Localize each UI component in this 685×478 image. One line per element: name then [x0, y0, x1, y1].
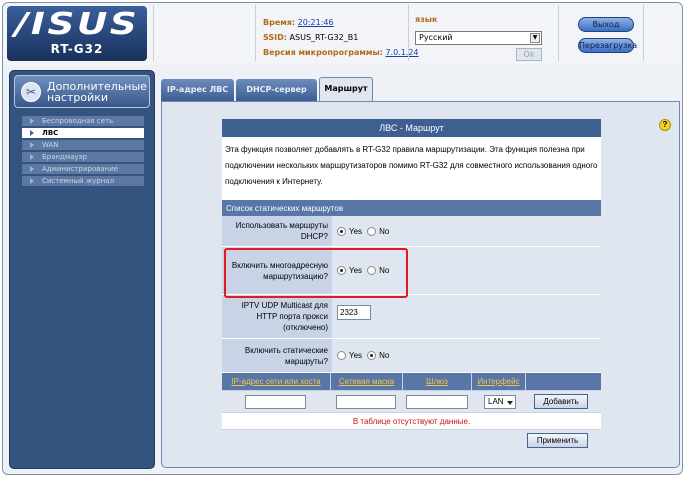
radio-label: No — [379, 226, 390, 236]
header-divider — [558, 5, 559, 61]
sidebar-item-label: Администрирование — [42, 165, 119, 173]
time-row: Время: 20:21:46 — [263, 15, 419, 30]
sidebar-item-wireless[interactable]: Беспроводная сеть — [22, 116, 144, 126]
use-dhcp-routes-row: Использовать маршруты DHCP? Yes No — [222, 216, 601, 247]
arrow-right-icon — [30, 118, 34, 124]
use-dhcp-routes-yes-radio[interactable] — [337, 226, 346, 236]
route-gateway-input[interactable] — [406, 395, 468, 409]
empty-table-message: В таблице отсутствуют данные. — [222, 412, 601, 429]
help-icon[interactable]: ? — [659, 119, 671, 131]
header-divider — [643, 5, 644, 61]
multicast-highlight-box — [224, 248, 408, 298]
enable-static-routes-yes-radio[interactable] — [337, 351, 346, 360]
advanced-settings-title: Дополнительные настройки — [47, 80, 147, 104]
header: /ISUS RT-G32 Время: 20:21:46 SSID: ASUS_… — [3, 3, 682, 65]
use-dhcp-routes-no-radio[interactable] — [367, 226, 377, 236]
route-ip-input[interactable] — [245, 395, 306, 409]
chevron-down-icon — [507, 401, 513, 405]
sidebar-item-label: Беспроводная сеть — [42, 117, 114, 125]
apply-row: Применить — [222, 429, 601, 449]
route-netmask-input[interactable] — [336, 395, 396, 409]
sidebar-item-label: Брандмауэр — [42, 153, 87, 161]
arrow-right-icon — [30, 178, 34, 184]
asus-logo: /ISUS RT-G32 — [7, 6, 147, 61]
column-header-netmask[interactable]: Сетевая маска — [331, 373, 403, 390]
chevron-down-icon: ▼ — [530, 33, 540, 43]
firmware-row: Версия микропрограммы: 7.0.1.24 — [263, 45, 419, 60]
header-divider — [153, 5, 154, 61]
sidebar-item-label: ЛВС — [42, 129, 59, 137]
use-dhcp-routes-label: Использовать маршруты DHCP? — [222, 216, 332, 246]
arrow-right-icon — [30, 142, 34, 148]
sidebar-item-label: Системный журнал — [42, 177, 115, 185]
column-header-ip[interactable]: IP-адрес сети или хоста — [222, 373, 331, 390]
advanced-settings-header[interactable]: ✂ Дополнительные настройки — [14, 75, 150, 108]
language-block: язык Русский ▼ Ok — [415, 15, 542, 61]
column-header-interface[interactable]: Интерфейс — [472, 373, 526, 390]
radio-label: Yes — [349, 226, 363, 236]
tab-lan-ip[interactable]: IP-адрес ЛВС — [161, 79, 234, 101]
routes-table-header: IP-адрес сети или хоста Сетевая маска Шл… — [222, 373, 601, 390]
udp-proxy-port-input[interactable]: 2323 — [337, 305, 371, 320]
udp-proxy-field: 2323 — [332, 295, 601, 338]
logo-wordmark: /ISUS — [14, 7, 140, 42]
section-title: Список статических маршрутов — [222, 199, 601, 216]
udp-proxy-row: IPTV UDP Multicast для HTTP порта прокси… — [222, 295, 601, 339]
sidebar-item-label: WAN — [42, 141, 59, 149]
page-title: ЛВС - Маршрут — [222, 119, 601, 137]
ok-button[interactable]: Ok — [516, 48, 542, 61]
enable-static-routes-options: Yes No — [332, 339, 601, 372]
enable-static-routes-no-radio[interactable] — [367, 351, 377, 360]
route-interface-select[interactable]: LAN — [484, 395, 516, 409]
add-route-button[interactable]: Добавить — [534, 394, 588, 409]
language-label: язык — [415, 15, 438, 24]
arrow-right-icon — [30, 154, 34, 160]
apply-button[interactable]: Применить — [527, 433, 588, 448]
ssid-value: ASUS_RT-G32_B1 — [289, 33, 359, 42]
time-link[interactable]: 20:21:46 — [298, 18, 334, 27]
status-info: Время: 20:21:46 SSID: ASUS_RT-G32_B1 Вер… — [263, 15, 419, 60]
enable-static-routes-row: Включить статические маршруты? Yes No — [222, 339, 601, 373]
page-description: Эта функция позволяет добавлять в RT-G32… — [222, 137, 601, 199]
sidebar-item-wan[interactable]: WAN — [22, 140, 144, 150]
arrow-right-icon — [30, 166, 34, 172]
radio-label: Yes — [349, 351, 363, 360]
firmware-link[interactable]: 7.0.1.24 — [385, 48, 418, 57]
header-divider — [408, 5, 409, 61]
use-dhcp-routes-options: Yes No — [332, 216, 601, 246]
reboot-button[interactable]: Перезагрузка — [578, 38, 637, 53]
tab-bar: IP-адрес ЛВС DHCP-сервер Маршрут — [161, 77, 680, 101]
arrow-right-icon — [30, 130, 34, 136]
sidebar-item-system-log[interactable]: Системный журнал — [22, 176, 144, 186]
tab-route[interactable]: Маршрут — [319, 77, 373, 101]
sidebar-item-administration[interactable]: Администрирование — [22, 164, 144, 174]
tools-icon: ✂ — [21, 82, 41, 102]
sidebar: ✂ Дополнительные настройки Беспроводная … — [9, 70, 155, 469]
interface-value: LAN — [488, 397, 504, 406]
language-value: Русский — [419, 33, 453, 42]
sidebar-item-lan[interactable]: ЛВС — [22, 128, 144, 138]
sidebar-item-firewall[interactable]: Брандмауэр — [22, 152, 144, 162]
ssid-label: SSID: — [263, 33, 287, 42]
header-divider — [255, 5, 256, 61]
sidebar-menu: Беспроводная сеть ЛВС WAN Брандмауэр Адм… — [22, 116, 144, 188]
ssid-row: SSID: ASUS_RT-G32_B1 — [263, 30, 419, 45]
column-header-gateway[interactable]: Шлюз — [403, 373, 472, 390]
enable-static-routes-label: Включить статические маршруты? — [222, 339, 332, 372]
language-select[interactable]: Русский ▼ — [415, 31, 542, 45]
route-input-row: LAN Добавить — [222, 390, 601, 412]
radio-label: No — [379, 351, 390, 360]
udp-proxy-label: IPTV UDP Multicast для HTTP порта прокси… — [222, 295, 332, 338]
time-label: Время: — [263, 18, 296, 27]
firmware-label: Версия микропрограммы: — [263, 48, 383, 57]
model-name: RT-G32 — [50, 42, 104, 56]
tab-dhcp-server[interactable]: DHCP-сервер — [236, 79, 317, 101]
logout-button[interactable]: Выход — [578, 17, 634, 32]
router-admin-window: /ISUS RT-G32 Время: 20:21:46 SSID: ASUS_… — [2, 2, 683, 475]
